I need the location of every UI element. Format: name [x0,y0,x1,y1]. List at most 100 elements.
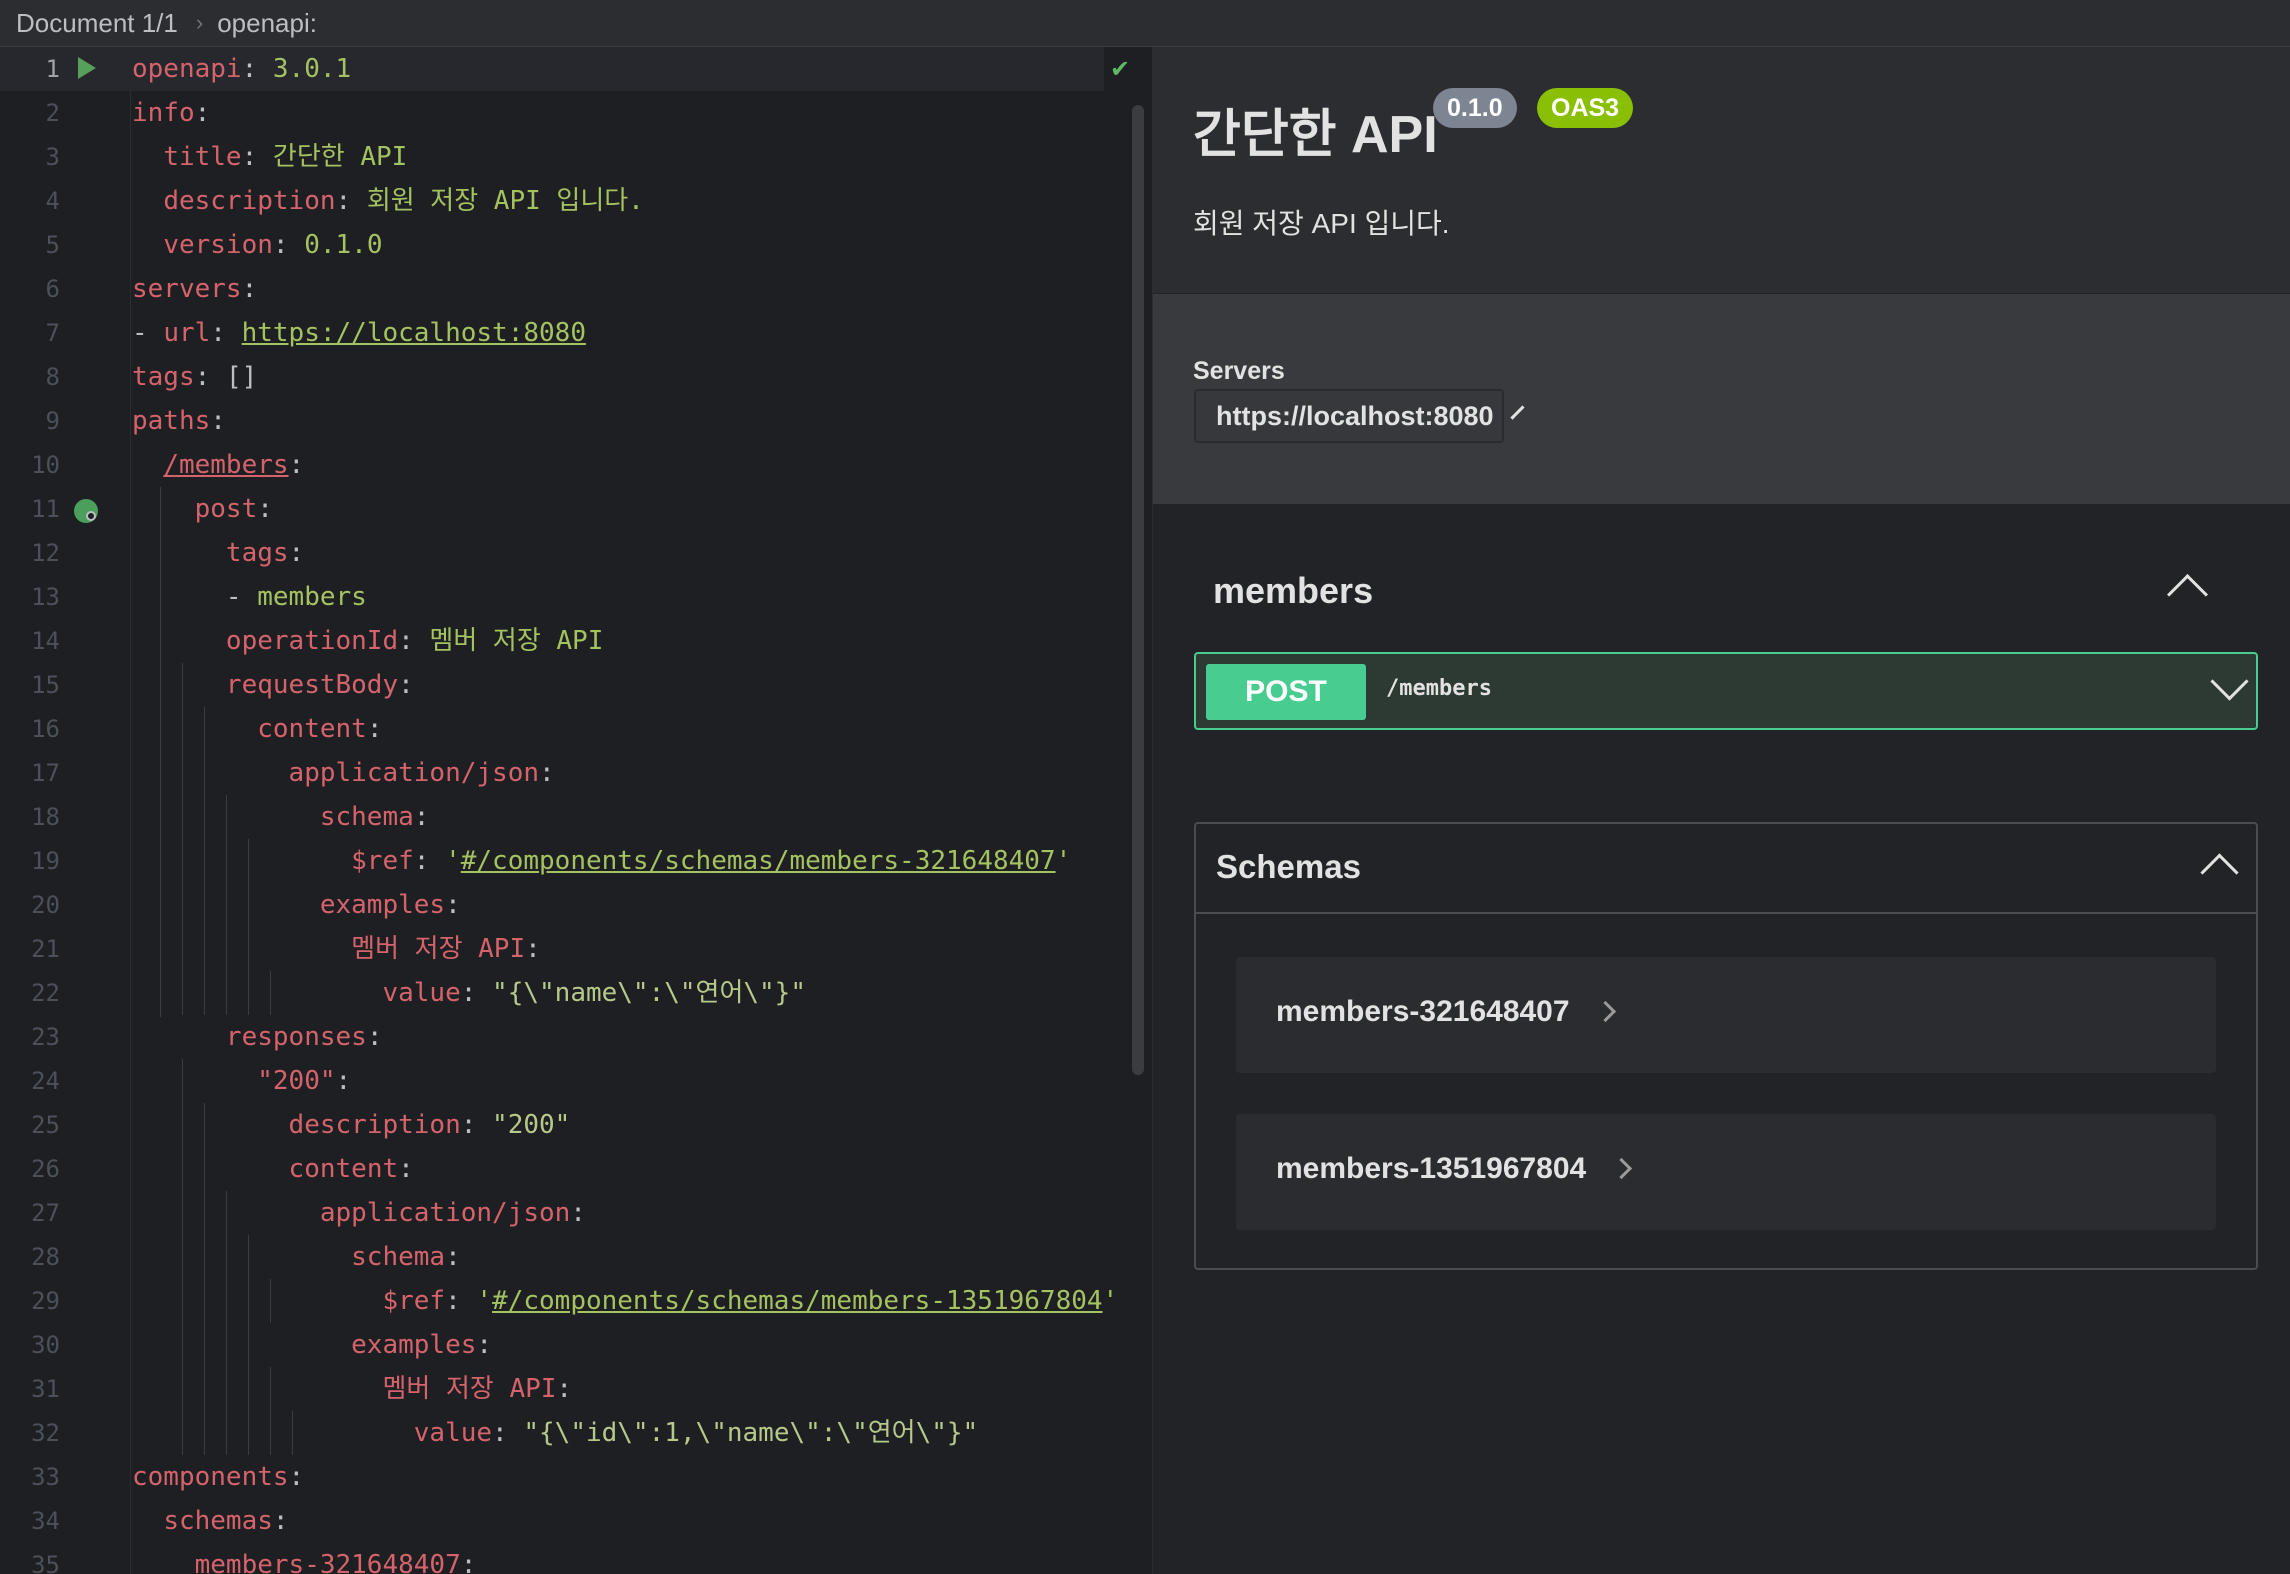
code-line: post: [194,494,273,524]
code-line: - url: https://localhost:8080 [132,318,586,348]
code-line: responses: [225,1022,383,1052]
breadcrumb: Document 1/1 › openapi: [0,0,2290,47]
swagger-preview: 간단한 API 0.1.0 OAS3 회원 저장 API 입니다. Server… [1153,47,2290,1574]
line-number: 20 [31,891,60,919]
tag-members-title[interactable]: members [1213,570,1373,612]
server-url-link[interactable]: https://localhost:8080 [242,318,586,348]
chevron-up-icon[interactable] [2166,573,2209,616]
code-line: operationId: 멤버 저장 API [225,626,604,656]
line-number: 18 [31,803,60,831]
schema-model-name: members-1351967804 [1276,1152,1587,1185]
schema-model-name: members-321648407 [1276,995,1570,1028]
line-number: 5 [45,231,60,259]
schemas-title: Schemas [1216,848,1361,885]
servers-label: Servers [1193,357,1285,385]
line-number: 27 [31,1199,60,1227]
line-number: 10 [31,451,60,479]
line-number: 28 [31,1243,60,1271]
code-line: requestBody: [225,670,414,700]
indent-guide [204,1103,205,1455]
schema-model[interactable]: members-321648407 [1236,957,2216,1073]
oas-badge: OAS3 [1537,88,1634,128]
line-number: 15 [31,671,60,699]
line-number: 4 [45,187,60,215]
line-number: 16 [31,715,60,743]
indent-guide [270,971,271,1015]
code-line: value: "{\"name\":\"연어\"}" [382,978,806,1008]
code-line: 멤버 저장 API: [351,934,541,964]
indent-guide [226,1191,227,1455]
code-line: content: [288,1154,414,1184]
line-number: 17 [31,759,60,787]
line-number: 9 [45,407,60,435]
run-icon[interactable] [78,57,96,79]
line-number: 21 [31,935,60,963]
line-number: 13 [31,583,60,611]
code-line: servers: [132,274,258,304]
code-line: description: "200" [288,1110,571,1140]
schema-model[interactable]: members-1351967804 [1236,1114,2216,1230]
line-number: 8 [45,363,60,391]
indent-guide [270,1279,271,1323]
line-number: 19 [31,847,60,875]
line-number: 7 [45,319,60,347]
line-number: 22 [31,979,60,1007]
code-line: tags: [] [132,362,258,392]
line-number: 31 [31,1375,60,1403]
operation-post-members[interactable]: POST /members [1194,652,2258,730]
code-line: "200": [257,1066,352,1096]
chevron-right-icon[interactable] [1594,1000,1616,1023]
api-title: 간단한 API [1193,106,1438,164]
info-header [1153,47,2290,293]
code-line: openapi: 3.0.1 [132,54,352,84]
line-number: 30 [31,1331,60,1359]
code-line: title: 간단한 API [163,142,408,172]
endpoint-icon[interactable] [74,499,98,523]
code-area[interactable]: openapi: 3.0.1 info: title: 간단한 API desc… [132,47,1152,1574]
chevron-right-icon[interactable] [1611,1157,1633,1180]
code-line: /members: [163,450,305,480]
line-number: 11 [31,495,60,523]
schema-ref-link[interactable]: #/components/schemas/members-1351967804 [492,1286,1102,1316]
indent-guide [248,927,249,1015]
line-number: 23 [31,1023,60,1051]
servers-selected-value: https://localhost:8080 [1216,400,1494,431]
servers-select[interactable]: https://localhost:8080 [1194,389,1525,443]
line-number: 6 [45,275,60,303]
code-line: description: 회원 저장 API 입니다. [163,186,644,216]
line-number: 2 [45,99,60,127]
breadcrumb-document[interactable]: Document 1/1 [0,8,178,39]
schema-ref-link[interactable]: #/components/schemas/members-321648407 [461,846,1056,876]
chevron-up-icon[interactable] [2200,853,2239,892]
line-number: 1 [45,55,60,83]
code-line: application/json: [288,758,555,788]
api-description: 회원 저장 API 입니다. [1193,208,1450,239]
breadcrumb-path[interactable]: openapi: [217,8,317,39]
indent-guide [292,1411,293,1455]
indent-guide [248,839,249,927]
code-line: tags: [225,538,305,568]
schemas-section: Schemas members-321648407 members-135196… [1194,822,2258,1270]
line-number: 33 [31,1463,60,1491]
line-number: 34 [31,1507,60,1535]
method-badge: POST [1206,664,1366,720]
indent-guide [248,1235,249,1455]
path-link[interactable]: /members [163,450,288,480]
line-number: 3 [45,143,60,171]
indent-guide [204,707,205,1015]
indent-guide [226,795,227,1015]
code-line: components: [132,1462,305,1492]
code-line: $ref: '#/components/schemas/members-1351… [382,1286,1119,1316]
line-number: 35 [31,1551,60,1574]
schemas-header[interactable]: Schemas [1196,824,2256,914]
code-line: paths: [132,406,226,436]
line-number: 12 [31,539,60,567]
yaml-editor[interactable]: ✔ openapi: 3.0.1 info: title: 간단한 API de… [0,47,1152,1574]
code-line: examples: [351,1330,493,1360]
line-number: 24 [31,1067,60,1095]
chevron-down-icon[interactable] [2210,662,2249,701]
code-line: info: [132,98,211,128]
code-line: 멤버 저장 API: [382,1374,573,1404]
code-line: $ref: '#/components/schemas/members-3216… [351,846,1072,876]
line-number: 25 [31,1111,60,1139]
